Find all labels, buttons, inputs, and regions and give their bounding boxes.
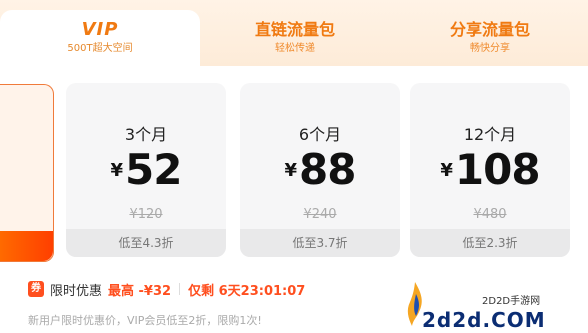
currency-symbol: ¥	[284, 160, 298, 181]
plan-duration: 3个月	[124, 125, 168, 144]
tab-vip[interactable]: VIP 500T超大空间	[0, 10, 200, 66]
currency-symbol: ¥	[110, 160, 124, 181]
tab-direct-link-title: 直链流量包	[254, 20, 335, 39]
plan-card-3-months[interactable]: 3个月 ¥52 ¥120 低至4.3折	[66, 83, 226, 257]
tab-direct-link-traffic[interactable]: 直链流量包 轻松传递	[205, 10, 385, 66]
plan-card-partial-footer	[0, 231, 53, 261]
tab-share-subtitle: 畅快分享	[470, 43, 510, 54]
plan-duration: 12个月	[463, 125, 517, 144]
promo-max-discount: 最高 -¥32	[108, 283, 172, 299]
promo-note: 新用户限时优惠价，VIP会员低至2折，限购1次!	[28, 314, 262, 327]
discount-label: 低至4.3折	[66, 229, 226, 257]
promo-countdown: 仅剩 6天23:01:07	[188, 283, 306, 299]
original-price: ¥480	[473, 207, 507, 222]
plan-card-6-months[interactable]: 6个月 ¥88 ¥240 低至3.7折	[240, 83, 400, 257]
tab-vip-title: VIP	[81, 19, 119, 40]
plan-card-partial[interactable]	[0, 84, 54, 262]
plan-price: ¥52	[66, 145, 226, 194]
plan-price: ¥88	[240, 145, 400, 194]
discount-label: 低至3.7折	[240, 229, 400, 257]
tab-share-title: 分享流量包	[449, 20, 530, 39]
promo-divider	[179, 283, 181, 295]
tab-vip-subtitle: 500T超大空间	[67, 43, 133, 54]
currency-symbol: ¥	[440, 160, 453, 181]
plan-card-12-months[interactable]: 12个月 ¥108 ¥480 低至2.3折	[410, 83, 570, 257]
original-price: ¥120	[129, 207, 163, 222]
price-value: 108	[454, 145, 541, 194]
plan-price: ¥108	[410, 145, 570, 194]
original-price: ¥240	[303, 207, 337, 222]
tab-share-traffic[interactable]: 分享流量包 畅快分享	[395, 10, 585, 66]
vip-purchase-panel: VIP 500T超大空间 直链流量包 轻松传递 分享流量包 畅快分享 3个月 ¥…	[0, 0, 588, 333]
discount-label: 低至2.3折	[410, 229, 570, 257]
watermark-domain: 2d2d.COM	[422, 308, 546, 332]
watermark: 2D2D手游网 2d2d.COM	[400, 280, 588, 333]
coupon-icon: 券	[28, 281, 44, 297]
promo-label: 限时优惠	[50, 283, 103, 299]
plan-duration: 6个月	[298, 125, 342, 144]
price-value: 88	[299, 145, 356, 194]
watermark-site-name: 2D2D手游网	[482, 296, 541, 307]
price-value: 52	[125, 145, 182, 194]
promo-bar: 券 限时优惠 最高 -¥32 仅剩 6天23:01:07	[28, 280, 306, 299]
tab-direct-link-subtitle: 轻松传递	[275, 43, 315, 54]
